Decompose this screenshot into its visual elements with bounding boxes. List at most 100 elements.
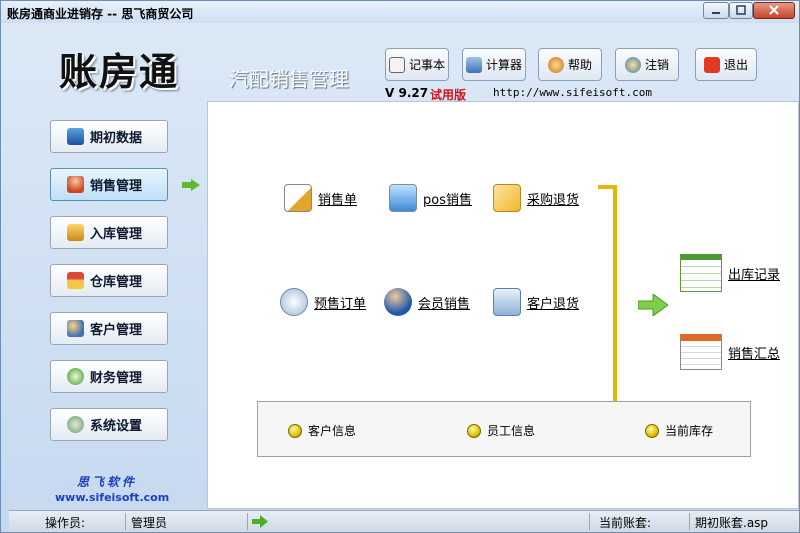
status-divider [247,513,248,530]
arrow-right-icon [252,515,268,528]
members-icon [384,288,412,316]
customer-info-label: 客户信息 [308,424,357,438]
operator-label: 操作员: [45,516,86,530]
sales-summary-link[interactable]: 销售汇总 [680,334,780,370]
maximize-icon [736,5,746,15]
table-icon [680,254,722,292]
logout-button[interactable]: 注销 [615,48,679,81]
clock-icon [280,288,308,316]
notepad-icon [388,56,405,73]
exit-label: 退出 [723,58,748,72]
sidebar-item-inbound[interactable]: 入库管理 [50,216,168,249]
brand-name: 思飞软件 [77,475,138,489]
help-button[interactable]: 帮助 [538,48,602,81]
member-sales-label: 会员销售 [418,296,471,312]
window-title: 账房通商业进销存 -- 思飞商贸公司 [7,7,194,21]
sidebar-item-opening-data[interactable]: 期初数据 [50,120,168,153]
help-label: 帮助 [567,58,592,72]
info-panel: 客户信息 员工信息 当前库存 [257,401,751,457]
current-stock-link[interactable]: 当前库存 [645,422,713,439]
folder-icon [493,184,521,212]
calculator-button[interactable]: 计算器 [462,48,526,81]
presale-order-link[interactable]: 预售订单 [280,288,366,316]
app-logo: 账房通 [59,50,180,94]
status-divider [125,513,126,530]
sidebar-item-label: 入库管理 [90,227,143,242]
customers-icon [67,320,84,337]
notepad-label: 记事本 [408,58,445,72]
pencil-note-icon [284,184,312,212]
status-bar: 操作员: 管理员 当前账套: 期初账套.asp [9,510,799,532]
sidebar-item-label: 销售管理 [90,179,143,194]
sidebar-item-label: 期初数据 [90,131,143,146]
sidebar-item-settings[interactable]: 系统设置 [50,408,168,441]
yellow-dot-icon [467,423,481,438]
customer-return-link[interactable]: 客户退货 [493,288,579,316]
website-url: http://www.sifeisoft.com [493,86,652,99]
calculator-icon [465,56,482,73]
arrow-right-icon [638,294,668,316]
sidebar-item-finance[interactable]: 财务管理 [50,360,168,393]
outbound-record-label: 出库记录 [728,267,781,283]
yellow-dot-icon [645,423,659,438]
purchase-return-link[interactable]: 采购退货 [493,184,579,212]
power-icon [703,56,720,73]
exit-button[interactable]: 退出 [695,48,757,81]
account-value: 期初账套.asp [695,516,769,530]
salesperson-icon [67,176,84,193]
account-label: 当前账套: [599,516,652,530]
current-stock-label: 当前库存 [665,424,714,438]
pos-sales-label: pos销售 [423,192,472,208]
minimize-icon [712,12,720,14]
report-icon [680,334,722,370]
status-divider [589,513,590,530]
purchase-return-label: 采购退货 [527,192,580,208]
brand-url: www.sifeisoft.com [55,491,170,504]
gear-icon [67,416,84,433]
module-subtitle: 汽配销售管理 [229,67,349,91]
sidebar-item-customers[interactable]: 客户管理 [50,312,168,345]
flow-line [613,185,617,403]
customer-return-label: 客户退货 [527,296,580,312]
help-icon [547,56,564,73]
member-sales-link[interactable]: 会员销售 [384,288,470,316]
sales-order-link[interactable]: 销售单 [284,184,357,212]
close-icon [769,5,779,15]
arrow-right-icon [182,179,200,191]
pos-sales-link[interactable]: pos销售 [389,184,472,212]
sidebar-item-label: 系统设置 [90,419,143,434]
minimize-button[interactable] [703,2,729,19]
sidebar-item-label: 仓库管理 [90,275,143,290]
sales-summary-label: 销售汇总 [728,346,781,362]
presale-order-label: 预售订单 [314,296,367,312]
close-button[interactable] [753,2,795,19]
sales-order-label: 销售单 [318,192,358,208]
money-icon [67,368,84,385]
sidebar-item-sales[interactable]: 销售管理 [50,168,168,201]
version-label: V 9.27 [385,86,429,100]
customer-info-link[interactable]: 客户信息 [288,422,356,439]
notepad-button[interactable]: 记事本 [385,48,449,81]
sidebar-item-label: 财务管理 [90,371,143,386]
monitor-icon [389,184,417,212]
calculator-label: 计算器 [485,58,522,72]
status-divider [689,513,690,530]
yellow-dot-icon [288,423,302,438]
warehouse-icon [67,272,84,289]
card-icon [493,288,521,316]
employee-info-link[interactable]: 员工信息 [467,422,535,439]
employee-info-label: 员工信息 [487,424,536,438]
box-icon [67,224,84,241]
outbound-record-link[interactable]: 出库记录 [680,254,780,292]
users-icon [624,56,641,73]
maximize-button[interactable] [729,2,753,19]
header: 账房通 汽配销售管理 V 9.27 试用版 http://www.sifeiso… [9,23,799,102]
app-window: 账房通商业进销存 -- 思飞商贸公司 账房通 汽配销售管理 V 9.27 试用版… [0,0,800,533]
operator-value: 管理员 [131,516,168,530]
sidebar-item-warehouse[interactable]: 仓库管理 [50,264,168,297]
main-panel: 销售单 pos销售 采购退货 预售订单 会员销售 客户退货 出库记录 销售汇总 … [207,101,799,509]
sidebar-item-label: 客户管理 [90,323,143,338]
title-bar: 账房通商业进销存 -- 思飞商贸公司 [1,1,799,23]
sidebar: 期初数据 销售管理 入库管理 仓库管理 客户管理 财务管理 系统设置 思飞软件 … [9,101,207,509]
book-icon [67,128,84,145]
